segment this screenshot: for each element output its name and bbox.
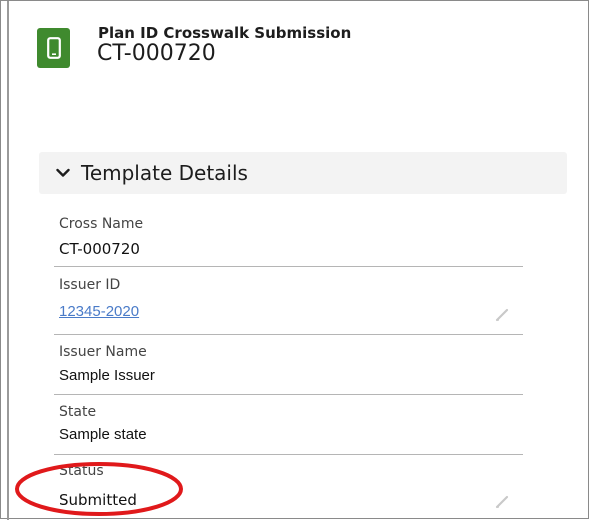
- field-label: Issuer ID: [59, 277, 121, 293]
- field-value: CT-000720: [59, 240, 140, 258]
- edit-pencil-icon[interactable]: [495, 495, 509, 509]
- issuer-id-link[interactable]: 12345-2020: [59, 303, 139, 320]
- field-cross-name: Cross Name CT-000720: [54, 211, 523, 267]
- panel-left-border: [7, 1, 9, 520]
- section-title: Template Details: [81, 161, 248, 185]
- record-title: CT-000720: [97, 41, 216, 66]
- field-label: Status: [59, 463, 104, 479]
- record-type-label: Plan ID Crosswalk Submission: [98, 24, 352, 42]
- field-issuer-name: Issuer Name Sample Issuer: [54, 335, 523, 395]
- field-issuer-id: Issuer ID 12345-2020: [54, 267, 523, 335]
- field-value: Sample state: [59, 426, 147, 443]
- field-state: State Sample state: [54, 395, 523, 455]
- edit-pencil-icon[interactable]: [495, 308, 509, 322]
- field-value: Sample Issuer: [59, 367, 155, 384]
- section-header-template-details[interactable]: Template Details: [39, 152, 567, 194]
- chevron-down-icon[interactable]: [55, 165, 71, 181]
- mobile-device-icon: [37, 28, 70, 68]
- field-label: Issuer Name: [59, 344, 147, 360]
- field-label: State: [59, 404, 97, 420]
- record-detail-panel: Plan ID Crosswalk Submission CT-000720 T…: [0, 0, 589, 520]
- field-label: Cross Name: [59, 216, 144, 232]
- field-value: Submitted: [59, 491, 137, 509]
- field-status: Status Submitted: [54, 455, 523, 519]
